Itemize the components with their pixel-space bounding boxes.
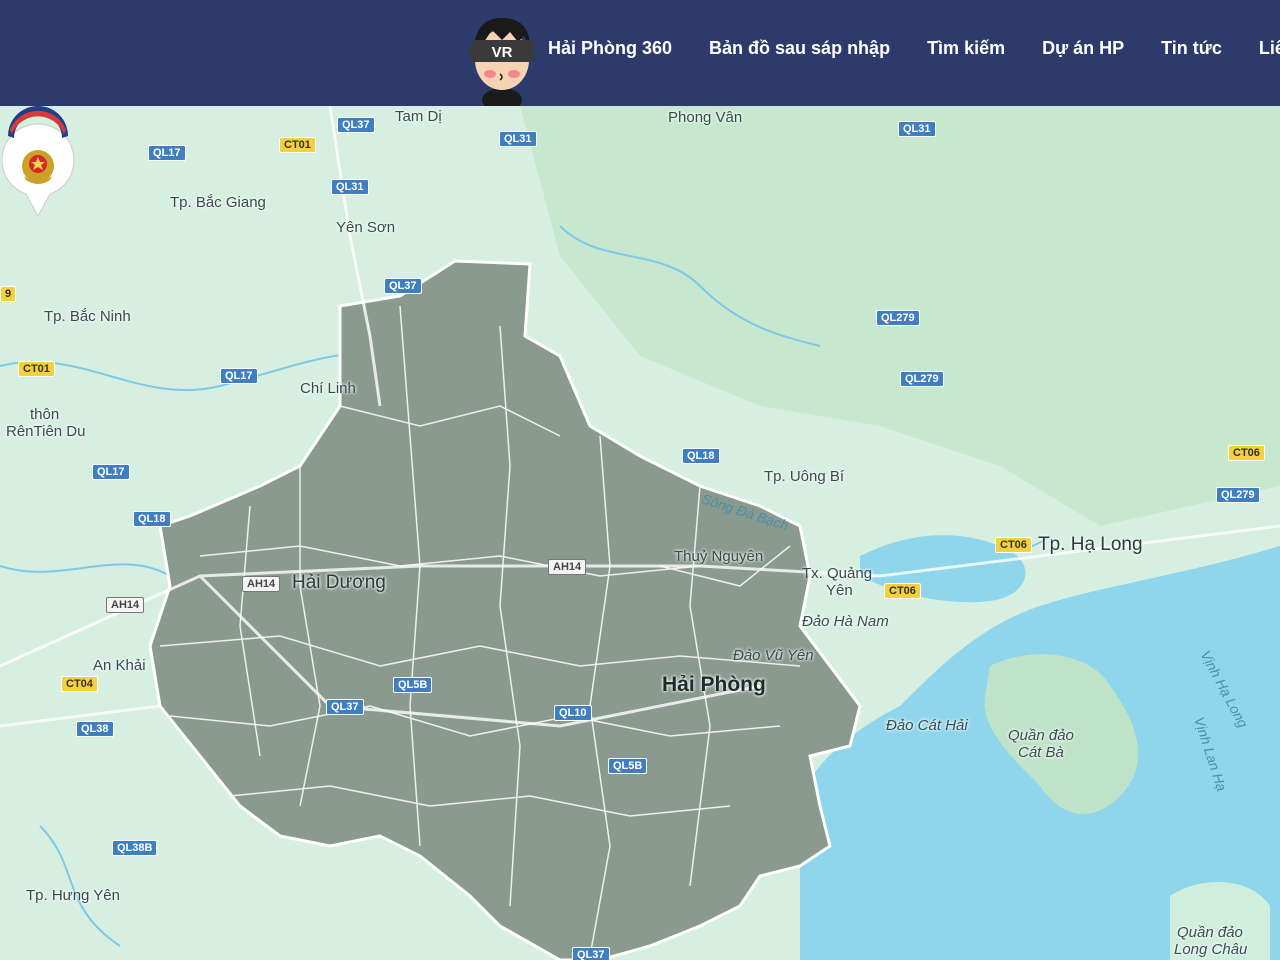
place-quan-dao-cat-ba-1: Quần đảo xyxy=(1008,727,1074,744)
road-shield: QL37 xyxy=(326,699,364,715)
main-nav: Hải Phòng 360 Bản đồ sau sáp nhập Tìm ki… xyxy=(548,38,1280,59)
road-shield: QL17 xyxy=(220,368,258,384)
place-phong-van: Phong Vân xyxy=(668,109,743,126)
site-header: VR Hải Phòng 360 Bản đồ sau sáp nhập Tìm… xyxy=(0,0,1280,106)
road-shield: 9 xyxy=(0,286,17,302)
road-shield: QL37 xyxy=(337,117,375,133)
road-shield: CT04 xyxy=(61,676,98,692)
map-canvas[interactable]: Tam Dị Phong Vân Tp. Bắc Giang Yên Sơn T… xyxy=(0,106,1280,960)
road-shield: QL18 xyxy=(133,511,171,527)
place-dao-vu-yen: Đảo Vũ Yên xyxy=(733,647,814,664)
place-quan-dao-long-chau-2: Long Châu xyxy=(1174,941,1248,958)
place-an-khai: An Khải xyxy=(93,657,146,674)
vr-mascot-logo[interactable]: VR xyxy=(462,8,542,106)
road-shield: QL279 xyxy=(1216,487,1260,503)
road-shield: QL31 xyxy=(499,131,537,147)
place-tx-quang-yen: Tx. Quảng xyxy=(802,565,873,582)
road-shield: QL38B xyxy=(112,840,158,856)
road-shield: QL17 xyxy=(92,464,130,480)
place-tp-ha-long: Tp. Hạ Long xyxy=(1038,534,1143,555)
place-thon: thôn xyxy=(30,406,60,423)
road-shield: QL38 xyxy=(76,721,114,737)
road-shield: CT06 xyxy=(995,537,1032,553)
road-shield: QL5B xyxy=(393,677,433,693)
place-quan-dao-long-chau-1: Quần đảo xyxy=(1177,924,1243,941)
place-dao-cat-hai: Đảo Cát Hải xyxy=(886,717,968,734)
road-shield: CT01 xyxy=(279,137,316,153)
nav-hai-phong-360[interactable]: Hải Phòng 360 xyxy=(548,38,672,59)
place-tien-du: RênTiên Du xyxy=(6,423,86,440)
nav-du-an-hp[interactable]: Dự án HP xyxy=(1042,38,1124,59)
road-shield: QL5B xyxy=(608,758,648,774)
logo-vr-text: VR xyxy=(492,44,513,61)
road-shield: QL279 xyxy=(876,310,920,326)
nav-ban-do-sau-sap-nhap[interactable]: Bản đồ sau sáp nhập xyxy=(709,38,890,59)
road-shield: AH14 xyxy=(242,576,281,592)
road-shield: AH14 xyxy=(106,597,145,613)
place-yen-son: Yên Sơn xyxy=(336,219,396,236)
road-shield: QL17 xyxy=(148,145,186,161)
road-shield: CT06 xyxy=(884,583,921,599)
road-shield: CT06 xyxy=(1228,445,1265,461)
place-tp-bac-giang: Tp. Bắc Giang xyxy=(170,194,266,211)
place-dao-ha-nam: Đảo Hà Nam xyxy=(802,613,889,630)
nav-lien-he[interactable]: Liên xyxy=(1259,38,1280,59)
place-tp-bac-ninh: Tp. Bắc Ninh xyxy=(44,308,131,325)
road-shield: QL10 xyxy=(554,705,592,721)
place-tam-di: Tam Dị xyxy=(395,108,442,125)
place-thuy-nguyen: Thuỷ Nguyên xyxy=(674,548,764,565)
place-yen: Yên xyxy=(826,582,853,599)
map-base-layer xyxy=(0,106,1280,960)
place-chi-linh: Chí Linh xyxy=(300,380,356,397)
road-shield: QL37 xyxy=(572,947,610,960)
place-hai-duong: Hải Dương xyxy=(292,572,386,593)
nav-tim-kiem[interactable]: Tìm kiếm xyxy=(927,38,1005,59)
place-tp-hung-yen: Tp. Hưng Yên xyxy=(26,887,120,904)
nav-tin-tuc[interactable]: Tin tức xyxy=(1161,38,1222,59)
place-hai-phong: Hải Phòng xyxy=(662,673,766,696)
road-shield: CT01 xyxy=(18,361,55,377)
road-shield: QL31 xyxy=(331,179,369,195)
police-location-pin-icon[interactable] xyxy=(0,106,76,218)
road-shield: QL18 xyxy=(682,448,720,464)
road-shield: QL31 xyxy=(898,121,936,137)
place-quan-dao-cat-ba-2: Cát Bà xyxy=(1018,744,1064,761)
road-shield: QL37 xyxy=(384,278,422,294)
place-tp-uong-bi: Tp. Uông Bí xyxy=(764,468,845,485)
road-shield: QL279 xyxy=(900,371,944,387)
road-shield: AH14 xyxy=(548,559,587,575)
